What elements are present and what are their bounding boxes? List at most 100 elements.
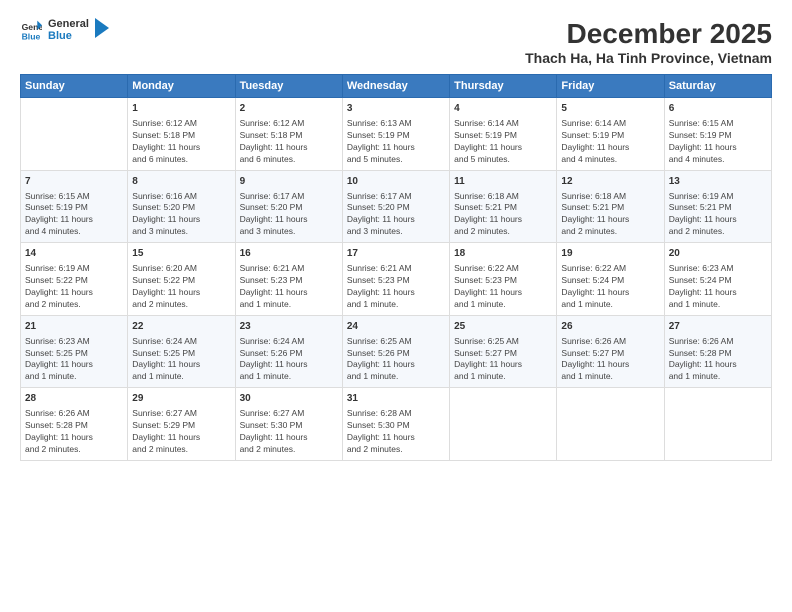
header-day: Wednesday: [342, 75, 449, 98]
subtitle: Thach Ha, Ha Tinh Province, Vietnam: [525, 50, 772, 66]
day-number: 31: [347, 392, 445, 406]
calendar-cell: 18 Sunrise: 6:22 AM Sunset: 5:23 PM Dayli…: [450, 243, 557, 316]
header-day: Tuesday: [235, 75, 342, 98]
calendar-cell: 31 Sunrise: 6:28 AM Sunset: 5:30 PM Dayli…: [342, 388, 449, 461]
day-info: Sunrise: 6:14 AM Sunset: 5:19 PM Dayligh…: [454, 118, 552, 166]
day-info: Sunrise: 6:26 AM Sunset: 5:27 PM Dayligh…: [561, 336, 659, 384]
day-number: 4: [454, 102, 552, 116]
calendar-cell: [664, 388, 771, 461]
day-info: Sunrise: 6:16 AM Sunset: 5:20 PM Dayligh…: [132, 191, 230, 239]
day-number: 11: [454, 175, 552, 189]
day-info: Sunrise: 6:27 AM Sunset: 5:30 PM Dayligh…: [240, 408, 338, 456]
day-info: Sunrise: 6:22 AM Sunset: 5:23 PM Dayligh…: [454, 263, 552, 311]
logo-blue: Blue: [48, 30, 89, 42]
day-info: Sunrise: 6:17 AM Sunset: 5:20 PM Dayligh…: [240, 191, 338, 239]
day-number: 22: [132, 320, 230, 334]
calendar-cell: 29 Sunrise: 6:27 AM Sunset: 5:29 PM Dayli…: [128, 388, 235, 461]
calendar-cell: 22 Sunrise: 6:24 AM Sunset: 5:25 PM Dayli…: [128, 315, 235, 388]
day-number: 8: [132, 175, 230, 189]
day-info: Sunrise: 6:15 AM Sunset: 5:19 PM Dayligh…: [669, 118, 767, 166]
day-info: Sunrise: 6:24 AM Sunset: 5:26 PM Dayligh…: [240, 336, 338, 384]
day-number: 12: [561, 175, 659, 189]
day-number: 30: [240, 392, 338, 406]
header-day: Sunday: [21, 75, 128, 98]
calendar-cell: 11 Sunrise: 6:18 AM Sunset: 5:21 PM Dayli…: [450, 170, 557, 243]
day-number: 9: [240, 175, 338, 189]
day-number: 29: [132, 392, 230, 406]
header-day: Saturday: [664, 75, 771, 98]
day-info: Sunrise: 6:23 AM Sunset: 5:24 PM Dayligh…: [669, 263, 767, 311]
title-block: December 2025 Thach Ha, Ha Tinh Province…: [525, 18, 772, 66]
svg-text:Blue: Blue: [22, 32, 41, 42]
day-info: Sunrise: 6:21 AM Sunset: 5:23 PM Dayligh…: [240, 263, 338, 311]
day-number: 27: [669, 320, 767, 334]
calendar-cell: 15 Sunrise: 6:20 AM Sunset: 5:22 PM Dayli…: [128, 243, 235, 316]
day-info: Sunrise: 6:18 AM Sunset: 5:21 PM Dayligh…: [561, 191, 659, 239]
header-day: Friday: [557, 75, 664, 98]
calendar-cell: 26 Sunrise: 6:26 AM Sunset: 5:27 PM Dayli…: [557, 315, 664, 388]
header-row: SundayMondayTuesdayWednesdayThursdayFrid…: [21, 75, 772, 98]
day-number: 6: [669, 102, 767, 116]
calendar-cell: 8 Sunrise: 6:16 AM Sunset: 5:20 PM Daylig…: [128, 170, 235, 243]
calendar-cell: 27 Sunrise: 6:26 AM Sunset: 5:28 PM Dayli…: [664, 315, 771, 388]
day-info: Sunrise: 6:13 AM Sunset: 5:19 PM Dayligh…: [347, 118, 445, 166]
calendar-cell: 6 Sunrise: 6:15 AM Sunset: 5:19 PM Daylig…: [664, 98, 771, 171]
day-info: Sunrise: 6:15 AM Sunset: 5:19 PM Dayligh…: [25, 191, 123, 239]
calendar-cell: 25Sunrise: 6:25 AM Sunset: 5:27 PM Dayli…: [450, 315, 557, 388]
day-number: 19: [561, 247, 659, 261]
day-number: 10: [347, 175, 445, 189]
day-info: Sunrise: 6:25 AM Sunset: 5:26 PM Dayligh…: [347, 336, 445, 384]
day-number: 23: [240, 320, 338, 334]
calendar-week-row: 7 Sunrise: 6:15 AM Sunset: 5:19 PM Daylig…: [21, 170, 772, 243]
calendar-cell: 2Sunrise: 6:12 AM Sunset: 5:18 PM Daylig…: [235, 98, 342, 171]
calendar-cell: 24Sunrise: 6:25 AM Sunset: 5:26 PM Dayli…: [342, 315, 449, 388]
calendar-cell: 19 Sunrise: 6:22 AM Sunset: 5:24 PM Dayli…: [557, 243, 664, 316]
calendar-cell: 14Sunrise: 6:19 AM Sunset: 5:22 PM Dayli…: [21, 243, 128, 316]
calendar-week-row: 1 Sunrise: 6:12 AM Sunset: 5:18 PM Daylig…: [21, 98, 772, 171]
day-number: 7: [25, 175, 123, 189]
calendar-week-row: 14Sunrise: 6:19 AM Sunset: 5:22 PM Dayli…: [21, 243, 772, 316]
day-info: Sunrise: 6:12 AM Sunset: 5:18 PM Dayligh…: [240, 118, 338, 166]
calendar-cell: 17 Sunrise: 6:21 AM Sunset: 5:23 PM Dayli…: [342, 243, 449, 316]
calendar-cell: 16Sunrise: 6:21 AM Sunset: 5:23 PM Dayli…: [235, 243, 342, 316]
day-info: Sunrise: 6:24 AM Sunset: 5:25 PM Dayligh…: [132, 336, 230, 384]
calendar-cell: 23 Sunrise: 6:24 AM Sunset: 5:26 PM Dayli…: [235, 315, 342, 388]
day-info: Sunrise: 6:27 AM Sunset: 5:29 PM Dayligh…: [132, 408, 230, 456]
calendar-cell: [450, 388, 557, 461]
logo-icon: General Blue: [20, 19, 42, 41]
page: General Blue General Blue December 2025 …: [0, 0, 792, 612]
day-number: 21: [25, 320, 123, 334]
day-number: 5: [561, 102, 659, 116]
calendar-week-row: 28Sunrise: 6:26 AM Sunset: 5:28 PM Dayli…: [21, 388, 772, 461]
day-number: 3: [347, 102, 445, 116]
main-title: December 2025: [525, 18, 772, 50]
day-number: 14: [25, 247, 123, 261]
calendar-cell: [21, 98, 128, 171]
day-info: Sunrise: 6:28 AM Sunset: 5:30 PM Dayligh…: [347, 408, 445, 456]
calendar-cell: 5 Sunrise: 6:14 AM Sunset: 5:19 PM Daylig…: [557, 98, 664, 171]
calendar-cell: 12 Sunrise: 6:18 AM Sunset: 5:21 PM Dayli…: [557, 170, 664, 243]
day-info: Sunrise: 6:20 AM Sunset: 5:22 PM Dayligh…: [132, 263, 230, 311]
day-info: Sunrise: 6:18 AM Sunset: 5:21 PM Dayligh…: [454, 191, 552, 239]
day-number: 18: [454, 247, 552, 261]
logo-chevron: [95, 18, 109, 38]
header: General Blue General Blue December 2025 …: [20, 18, 772, 66]
day-info: Sunrise: 6:21 AM Sunset: 5:23 PM Dayligh…: [347, 263, 445, 311]
day-number: 15: [132, 247, 230, 261]
calendar-cell: 21Sunrise: 6:23 AM Sunset: 5:25 PM Dayli…: [21, 315, 128, 388]
day-info: Sunrise: 6:19 AM Sunset: 5:21 PM Dayligh…: [669, 191, 767, 239]
logo-general: General: [48, 18, 89, 30]
day-info: Sunrise: 6:25 AM Sunset: 5:27 PM Dayligh…: [454, 336, 552, 384]
day-number: 26: [561, 320, 659, 334]
day-info: Sunrise: 6:14 AM Sunset: 5:19 PM Dayligh…: [561, 118, 659, 166]
day-info: Sunrise: 6:22 AM Sunset: 5:24 PM Dayligh…: [561, 263, 659, 311]
logo: General Blue General Blue: [20, 18, 109, 42]
day-number: 17: [347, 247, 445, 261]
day-info: Sunrise: 6:26 AM Sunset: 5:28 PM Dayligh…: [669, 336, 767, 384]
day-number: 1: [132, 102, 230, 116]
calendar-cell: 30 Sunrise: 6:27 AM Sunset: 5:30 PM Dayli…: [235, 388, 342, 461]
calendar-cell: 4 Sunrise: 6:14 AM Sunset: 5:19 PM Daylig…: [450, 98, 557, 171]
day-number: 20: [669, 247, 767, 261]
day-number: 28: [25, 392, 123, 406]
calendar-cell: 20 Sunrise: 6:23 AM Sunset: 5:24 PM Dayli…: [664, 243, 771, 316]
